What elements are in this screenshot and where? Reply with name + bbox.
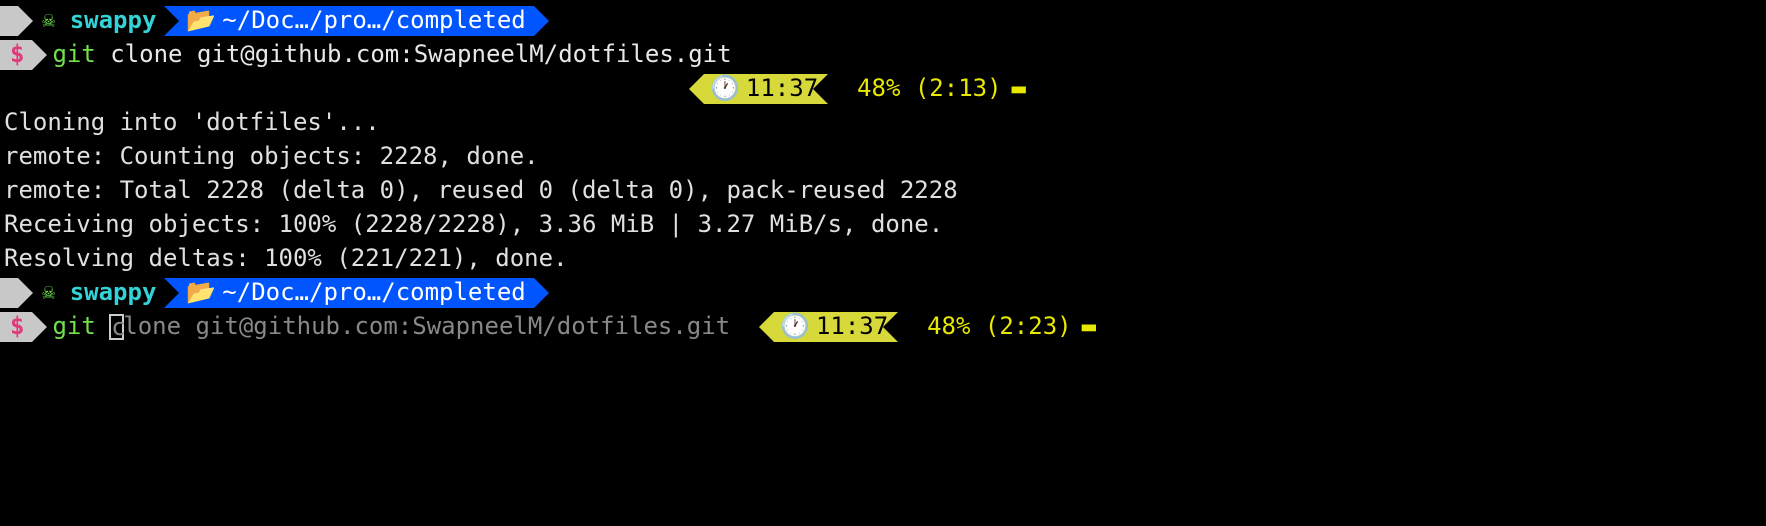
- battery-icon: ▬: [1082, 310, 1096, 344]
- battery-percent: 48% (2:13): [857, 72, 1002, 106]
- prompt-symbol: $: [10, 38, 24, 72]
- clock-icon: 🕐: [710, 72, 740, 106]
- user-segment: ☠ swappy: [18, 6, 164, 36]
- time-text: 11:37: [746, 72, 818, 106]
- git-command: git: [52, 38, 95, 72]
- username: swappy: [70, 276, 157, 310]
- username: swappy: [70, 4, 157, 38]
- prompt-line-1: ☠ swappy 📂 ~/Doc…/pro…/completed: [0, 4, 1766, 38]
- folder-icon: 📂: [186, 276, 216, 310]
- status-line-1: 🕐 11:37 48% (2:13) ▬: [0, 72, 1766, 106]
- os-segment: [0, 6, 18, 36]
- skull-icon: ☠: [42, 278, 55, 309]
- time-badge: 🕐 11:37: [704, 74, 828, 104]
- output-line: Resolving deltas: 100% (221/221), done.: [0, 242, 1766, 276]
- output-line: remote: Counting objects: 2228, done.: [0, 140, 1766, 174]
- battery-percent: 48% (2:23): [927, 310, 1072, 344]
- path-segment: 📂 ~/Doc…/pro…/completed: [164, 6, 533, 36]
- user-segment: ☠ swappy: [18, 278, 164, 308]
- command-line-1[interactable]: $ git clone git@github.com:SwapneelM/dot…: [0, 38, 1766, 72]
- path-text: ~/Doc…/pro…/completed: [222, 276, 525, 310]
- path-text: ~/Doc…/pro…/completed: [222, 4, 525, 38]
- path-segment: 📂 ~/Doc…/pro…/completed: [164, 278, 533, 308]
- skull-icon: ☠: [42, 6, 55, 37]
- time-text: 11:37: [816, 310, 888, 344]
- os-segment: [0, 278, 18, 308]
- prompt-symbol-segment: $: [0, 40, 32, 70]
- git-command: git: [52, 310, 95, 344]
- time-badge: 🕐 11:37: [774, 312, 898, 342]
- output-line: remote: Total 2228 (delta 0), reused 0 (…: [0, 174, 1766, 208]
- prompt-line-2: ☠ swappy 📂 ~/Doc…/pro…/completed: [0, 276, 1766, 310]
- command-line-2[interactable]: $ git clone git@github.com:SwapneelM/dot…: [0, 310, 1766, 344]
- output-line: Cloning into 'dotfiles'...: [0, 106, 1766, 140]
- folder-icon: 📂: [186, 4, 216, 38]
- command-args: clone git@github.com:SwapneelM/dotfiles.…: [96, 38, 732, 72]
- output-line: Receiving objects: 100% (2228/2228), 3.3…: [0, 208, 1766, 242]
- battery-icon: ▬: [1012, 72, 1026, 106]
- prompt-symbol-segment: $: [0, 312, 32, 342]
- prompt-symbol: $: [10, 310, 24, 344]
- clock-icon: 🕐: [780, 310, 810, 344]
- autosuggest: clone git@github.com:SwapneelM/dotfiles.…: [96, 310, 730, 344]
